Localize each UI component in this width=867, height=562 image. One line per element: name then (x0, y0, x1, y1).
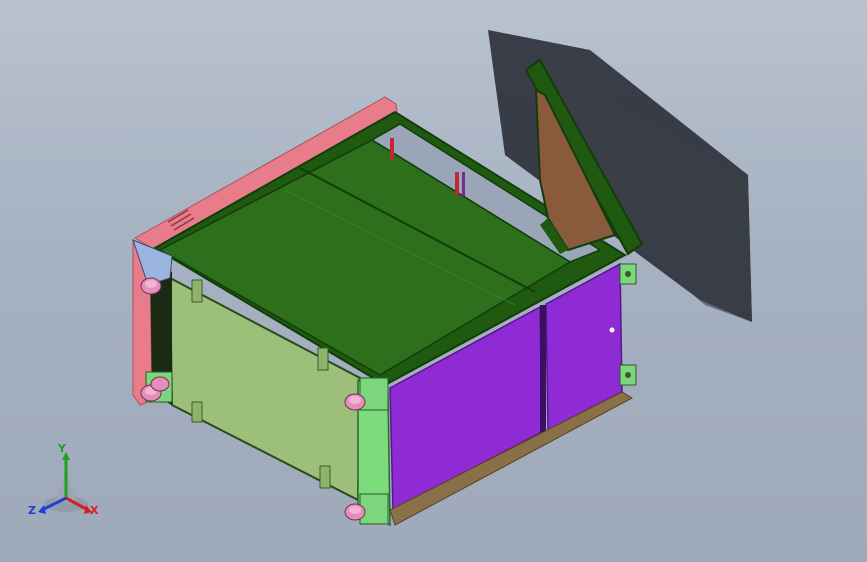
triad-z-label: Z (28, 504, 36, 517)
leveling-foot-tl[interactable] (140, 277, 162, 295)
leveling-foot-mr[interactable] (344, 393, 366, 411)
3d-model-viewport[interactable]: Y X Z (0, 0, 867, 562)
hinge-lower[interactable] (619, 364, 637, 386)
triad-y-label: Y (58, 442, 66, 455)
front-panel-divider (540, 305, 546, 433)
coordinate-triad[interactable]: Y X Z (26, 442, 106, 520)
enclosure-model[interactable] (0, 0, 867, 562)
triad-x-label: X (90, 504, 99, 517)
leveling-foot-br[interactable] (344, 503, 366, 521)
hinge-upper[interactable] (619, 263, 637, 285)
door-lock[interactable] (609, 327, 615, 333)
